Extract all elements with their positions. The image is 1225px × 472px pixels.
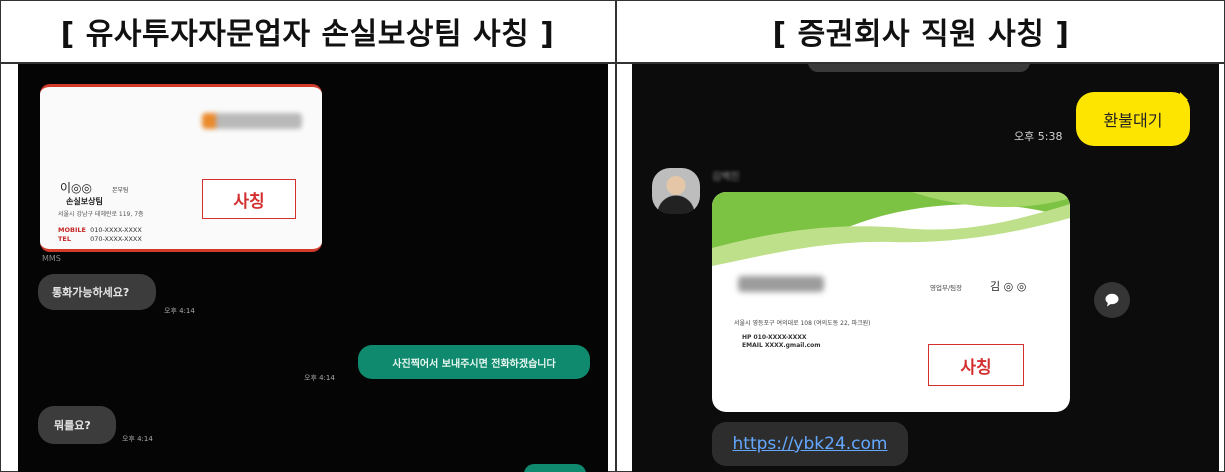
link-message[interactable]: https://ybk24.com bbox=[712, 422, 908, 466]
sender-name-blurred: 김백진 bbox=[712, 172, 740, 183]
business-card-image[interactable]: 영업부/팀장 김 ◎ ◎ 서울시 영등포구 여의대로 108 (여의도동 22,… bbox=[712, 192, 1070, 412]
card-mobile-row: MOBILE 010-XXXX-XXXX bbox=[58, 226, 142, 234]
tel-label: TEL bbox=[58, 235, 72, 243]
right-header: [ 증권회사 직원 사칭 ] bbox=[772, 17, 1070, 52]
blurred-company-logo bbox=[202, 113, 302, 129]
tel-number: 070-XXXX-XXXX bbox=[90, 235, 142, 243]
sent-message[interactable]: 사진찍어서 보내주시면 전화하겠습니다 bbox=[358, 345, 590, 379]
card-address: 서울시 강남구 테헤란로 119, 7층 bbox=[58, 211, 144, 218]
bubble-tail bbox=[1180, 92, 1188, 100]
mobile-label: MOBILE bbox=[58, 226, 86, 234]
received-message[interactable]: 통화가능하세요? bbox=[38, 274, 156, 310]
card-green-wave bbox=[712, 192, 1070, 266]
sent-message-partial[interactable] bbox=[524, 464, 586, 472]
right-chat-screenshot: 환불대기 오후 5:38 김백진 영업부/팀장 김 ◎ ◎ 서울시 영등포구 여… bbox=[632, 64, 1219, 472]
card-name-row: 이◎◎ 본부팀 bbox=[60, 179, 129, 196]
impersonation-stamp: 사칭 bbox=[928, 344, 1024, 386]
message-timestamp: 오후 4:14 bbox=[122, 435, 153, 443]
message-timestamp: 오후 4:14 bbox=[304, 374, 335, 382]
message-timestamp: 오후 5:38 bbox=[1014, 130, 1063, 143]
message-timestamp: 오후 4:14 bbox=[164, 307, 195, 315]
left-chat-screenshot: 이◎◎ 본부팀 손실보상팀 서울시 강남구 테헤란로 119, 7층 MOBIL… bbox=[18, 64, 608, 472]
impersonation-stamp: 사칭 bbox=[202, 179, 296, 219]
card-team: 손실보상팀 bbox=[66, 197, 103, 206]
card-name: 이◎◎ bbox=[60, 181, 92, 195]
card-phone: HP 010-XXXX-XXXX bbox=[742, 334, 807, 341]
share-button[interactable] bbox=[1094, 282, 1130, 318]
previous-message-partial[interactable] bbox=[808, 64, 1030, 72]
business-card-image[interactable]: 이◎◎ 본부팀 손실보상팀 서울시 강남구 테헤란로 119, 7층 MOBIL… bbox=[40, 84, 322, 252]
card-position: 본부팀 bbox=[111, 187, 129, 194]
received-message[interactable]: 뭐를요? bbox=[38, 406, 116, 444]
blurred-company-name bbox=[738, 276, 824, 292]
mms-label: MMS bbox=[42, 254, 61, 263]
phishing-link[interactable]: https://ybk24.com bbox=[733, 434, 888, 454]
mobile-number: 010-XXXX-XXXX bbox=[90, 226, 142, 234]
left-header: [ 유사투자자문업자 손실보상팀 사칭 ] bbox=[60, 17, 555, 52]
card-tel-row: TEL 070-XXXX-XXXX bbox=[58, 235, 142, 243]
card-name: 김 ◎ ◎ bbox=[990, 280, 1027, 293]
column-divider bbox=[615, 0, 617, 472]
sent-message[interactable]: 환불대기 bbox=[1076, 92, 1190, 146]
card-address: 서울시 영등포구 여의대로 108 (여의도동 22, 파크원) bbox=[734, 320, 871, 327]
chat-bubble-icon bbox=[1105, 293, 1119, 307]
card-email: EMAIL XXXX.gmail.com bbox=[742, 342, 821, 349]
sender-avatar[interactable] bbox=[652, 168, 700, 214]
card-position: 영업부/팀장 bbox=[930, 284, 963, 292]
